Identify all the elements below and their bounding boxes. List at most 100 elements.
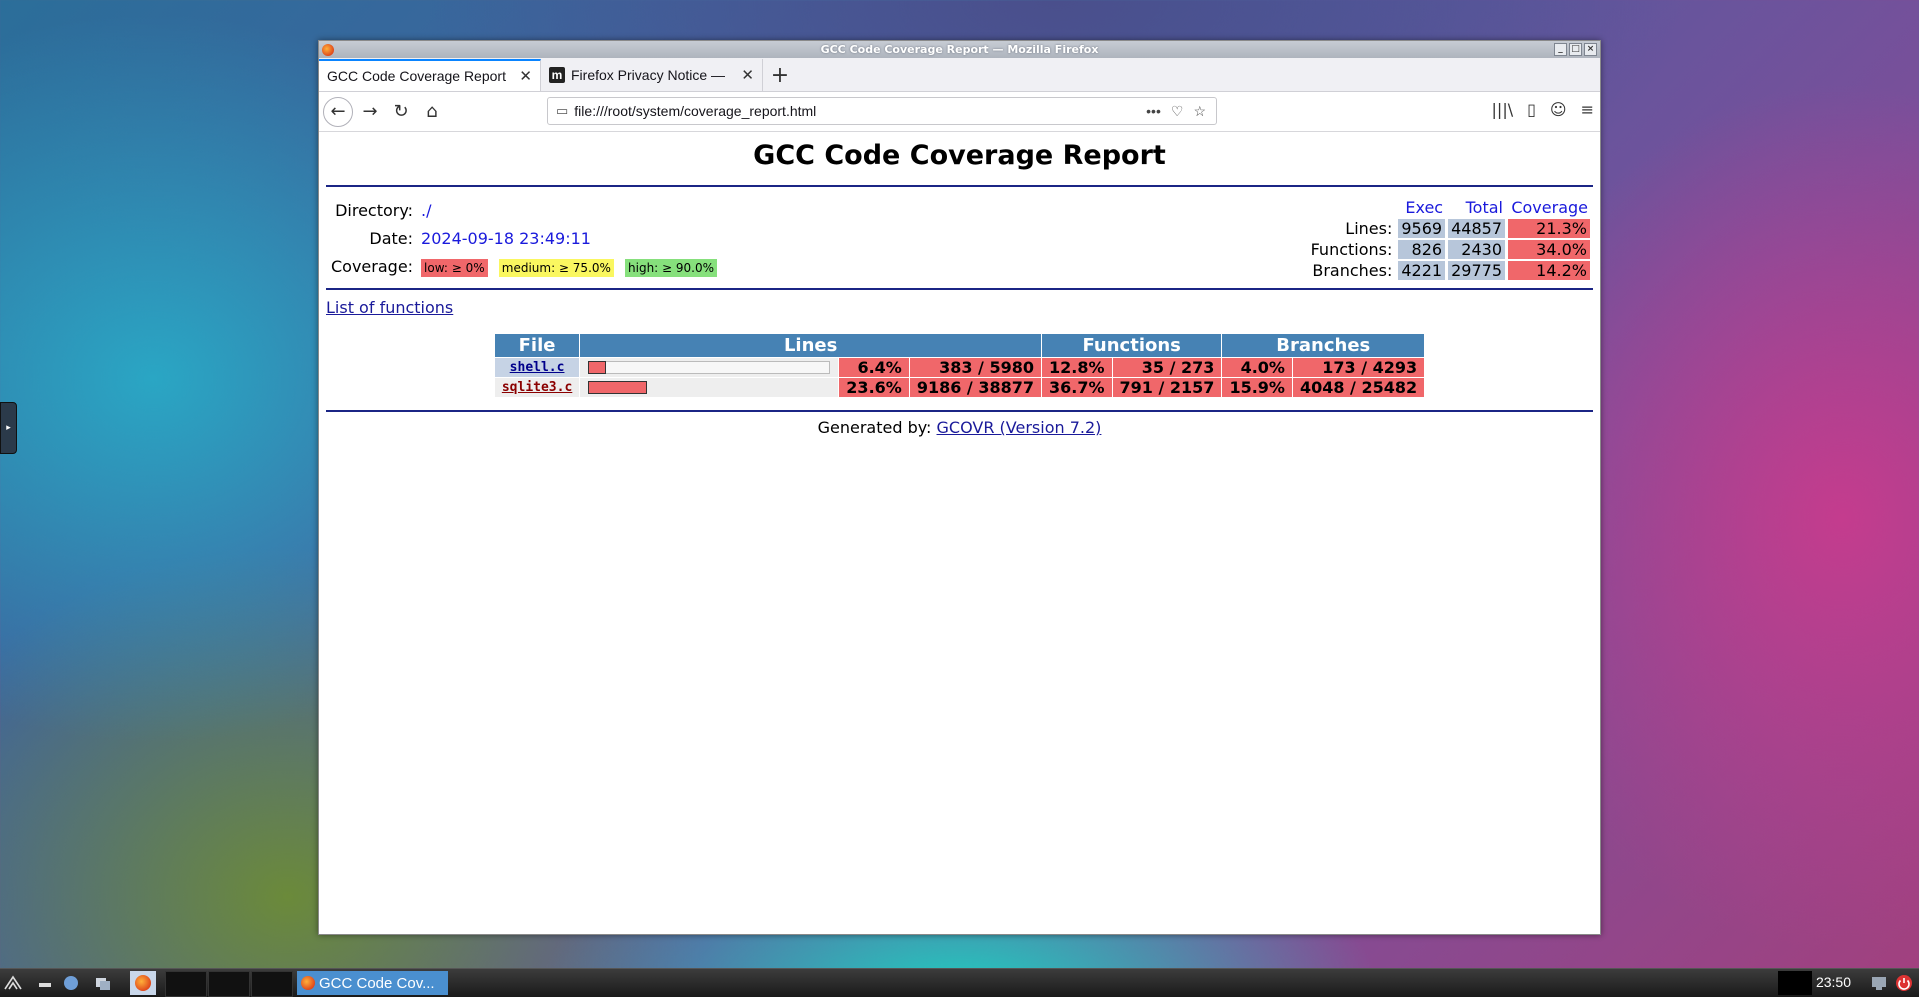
browser-window: GCC Code Coverage Report — Mozilla Firef… <box>318 40 1601 935</box>
toolbar-right: |||\ ▯ ☺ ≡ <box>1492 100 1594 119</box>
bookmark-star-icon[interactable]: ☆ <box>1193 103 1206 120</box>
url-text[interactable]: file:///root/system/coverage_report.html <box>574 103 1146 119</box>
summary-exec: 9569 <box>1398 219 1446 238</box>
summary-coverage: 14.2% <box>1508 261 1590 280</box>
mozilla-favicon-icon: m <box>549 67 565 83</box>
lines-count: 9186 / 38877 <box>909 378 1041 397</box>
window-controls: _ □ × <box>1554 43 1597 56</box>
functions-count: 791 / 2157 <box>1112 378 1222 397</box>
tab-label: Firefox Privacy Notice — <box>571 67 726 83</box>
minimize-button[interactable]: _ <box>1554 43 1567 56</box>
page-actions-icon[interactable]: ••• <box>1146 103 1161 119</box>
directory-label: Directory: <box>335 201 414 221</box>
tab-strip: GCC Code Coverage Report ✕ m Firefox Pri… <box>319 58 1600 92</box>
coverage-bar-cell <box>580 358 839 377</box>
gcovr-link[interactable]: GCOVR (Version 7.2) <box>937 418 1102 437</box>
legend-high: high: ≥ 90.0% <box>625 258 718 277</box>
maximize-button[interactable]: □ <box>1569 43 1582 56</box>
pocket-icon[interactable]: ♡ <box>1171 103 1184 120</box>
file-link-shell-c[interactable]: shell.c <box>510 360 565 375</box>
coverage-bar-cell <box>580 378 839 397</box>
summary-coverage: 34.0% <box>1508 240 1590 259</box>
coverage-bar-fill <box>588 381 647 394</box>
taskbar-firefox-task[interactable]: GCC Code Cov... <box>297 971 448 995</box>
side-panel-handle[interactable]: ▸ <box>0 402 17 454</box>
library-icon[interactable]: |||\ <box>1492 100 1514 119</box>
sidebar-icon[interactable]: ▯ <box>1527 100 1536 119</box>
report-info: Directory: ./ Date: 2024-09-18 23:49:11 … <box>326 196 728 282</box>
lines-percent: 6.4% <box>839 358 909 377</box>
functions-column-header[interactable]: Functions <box>1042 334 1222 357</box>
summary-coverage: 21.3% <box>1508 219 1590 238</box>
summary-label: Branches: <box>1312 261 1393 280</box>
legend-medium: medium: ≥ 75.0% <box>498 258 614 277</box>
branches-percent: 15.9% <box>1222 378 1292 397</box>
tab-coverage-report[interactable]: GCC Code Coverage Report ✕ <box>319 59 541 91</box>
new-tab-button[interactable]: + <box>763 59 797 91</box>
footer: Generated by: GCOVR (Version 7.2) <box>326 418 1593 437</box>
back-button[interactable]: ← <box>323 96 353 127</box>
workspace-2[interactable] <box>208 971 250 997</box>
summary-exec: 826 <box>1398 240 1446 259</box>
file-column-header[interactable]: File <box>494 334 580 357</box>
task-label: GCC Code Cov... <box>319 974 435 992</box>
file-link-sqlite3-c[interactable]: sqlite3.c <box>502 380 572 395</box>
address-bar[interactable]: ▭ file:///root/system/coverage_report.ht… <box>547 97 1217 125</box>
directory-value: ./ <box>421 201 432 221</box>
workspace-1[interactable] <box>165 971 207 997</box>
home-button[interactable]: ⌂ <box>418 98 446 126</box>
page-info-icon[interactable]: ▭ <box>556 103 568 119</box>
workspace-3[interactable] <box>251 971 293 997</box>
generated-by-label: Generated by: <box>817 418 932 437</box>
summary-total: 2430 <box>1448 240 1505 259</box>
close-tab-icon[interactable]: ✕ <box>741 66 754 84</box>
file-coverage-table: File Lines Functions Branches shell.c 6.… <box>494 333 1425 398</box>
tab-label: GCC Code Coverage Report <box>327 68 506 84</box>
start-menu-icon[interactable] <box>4 974 22 992</box>
show-desktop-icon[interactable] <box>36 974 54 992</box>
workspace-switcher-icon[interactable] <box>94 974 112 992</box>
branches-count: 173 / 4293 <box>1292 358 1425 377</box>
date-label: Date: <box>369 228 414 248</box>
summary-row-functions: Functions: 826 2430 34.0% <box>1308 240 1590 259</box>
legend-low: low: ≥ 0% <box>421 258 488 277</box>
reload-button[interactable]: ↻ <box>387 98 415 126</box>
coverage-bar <box>588 361 831 374</box>
menu-icon[interactable]: ≡ <box>1581 100 1594 119</box>
date-value: 2024-09-18 23:49:11 <box>421 228 591 248</box>
power-icon[interactable] <box>1895 974 1913 992</box>
window-title: GCC Code Coverage Report — Mozilla Firef… <box>820 43 1099 56</box>
branches-percent: 4.0% <box>1222 358 1292 377</box>
lines-count: 383 / 5980 <box>909 358 1041 377</box>
divider <box>326 288 1593 290</box>
total-header: Total <box>1465 198 1503 217</box>
taskbar: GCC Code Cov... 23:50 <box>0 968 1919 997</box>
file-cell: shell.c <box>494 358 580 377</box>
divider <box>326 410 1593 412</box>
forward-button[interactable]: → <box>356 98 384 126</box>
file-manager-icon[interactable] <box>62 974 80 992</box>
branches-column-header[interactable]: Branches <box>1222 334 1425 357</box>
table-row: shell.c 6.4% 383 / 5980 12.8% 35 / 273 4… <box>494 358 1425 377</box>
account-icon[interactable]: ☺ <box>1550 100 1567 119</box>
page-title: GCC Code Coverage Report <box>753 140 1166 171</box>
summary-exec: 4221 <box>1398 261 1446 280</box>
coverage-summary-table: Exec Total Coverage Lines: 9569 44857 21… <box>1305 196 1593 282</box>
clock[interactable]: 23:50 <box>1816 974 1851 990</box>
window-titlebar: GCC Code Coverage Report — Mozilla Firef… <box>319 41 1600 58</box>
list-of-functions-link[interactable]: List of functions <box>326 298 1593 317</box>
summary-section: Directory: ./ Date: 2024-09-18 23:49:11 … <box>326 187 1593 288</box>
functions-percent: 12.8% <box>1042 358 1112 377</box>
coverage-bar-fill <box>588 361 606 374</box>
lines-column-header[interactable]: Lines <box>580 334 1041 357</box>
summary-total: 29775 <box>1448 261 1505 280</box>
firefox-launcher[interactable] <box>130 971 156 995</box>
tab-privacy-notice[interactable]: m Firefox Privacy Notice — ✕ <box>541 59 763 91</box>
close-tab-icon[interactable]: ✕ <box>519 67 532 85</box>
network-icon[interactable] <box>1870 974 1888 992</box>
close-window-button[interactable]: × <box>1584 43 1597 56</box>
tray-area <box>1778 971 1812 995</box>
summary-label: Functions: <box>1310 240 1393 259</box>
file-cell: sqlite3.c <box>494 378 580 397</box>
summary-row-branches: Branches: 4221 29775 14.2% <box>1308 261 1590 280</box>
